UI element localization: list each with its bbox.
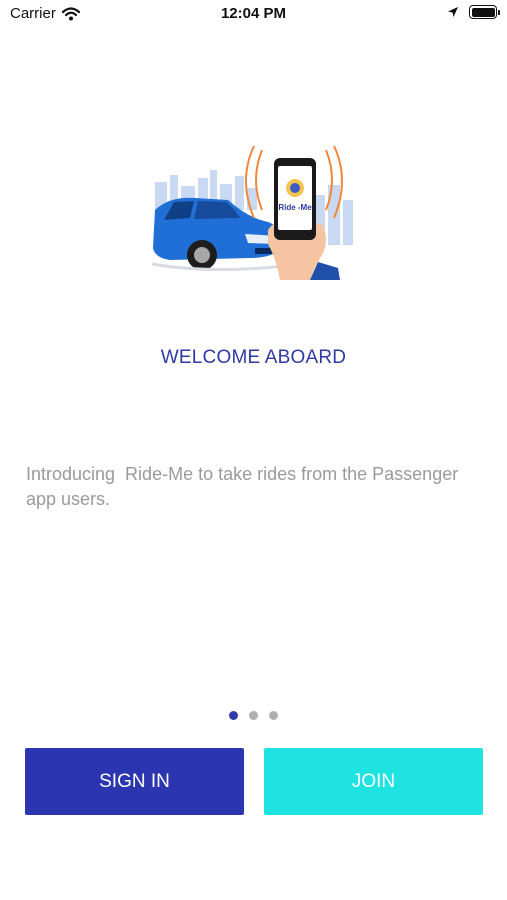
status-bar: Carrier 12:04 PM — [0, 0, 507, 28]
page-dot-1[interactable] — [229, 711, 238, 720]
location-arrow-icon — [448, 7, 458, 17]
join-button[interactable]: JOIN — [264, 748, 483, 815]
battery-icon — [469, 5, 500, 19]
page-indicator[interactable] — [0, 711, 507, 720]
welcome-title: WELCOME ABOARD — [160, 347, 347, 368]
page-dot-2[interactable] — [249, 711, 258, 720]
sign-in-button[interactable]: SIGN IN — [25, 748, 244, 815]
page-dot-3[interactable] — [269, 711, 278, 720]
intro-description: Introducing Ride-Me to take rides from t… — [26, 464, 464, 509]
hero-illustration: Ride -Me — [151, 145, 353, 280]
phone-in-hand-illustration: Ride -Me — [245, 145, 343, 280]
phone-logo-text: Ride -Me — [278, 203, 312, 212]
status-right-group — [447, 5, 500, 19]
clock: 12:04 PM — [220, 5, 287, 22]
car-illustration — [151, 197, 286, 272]
